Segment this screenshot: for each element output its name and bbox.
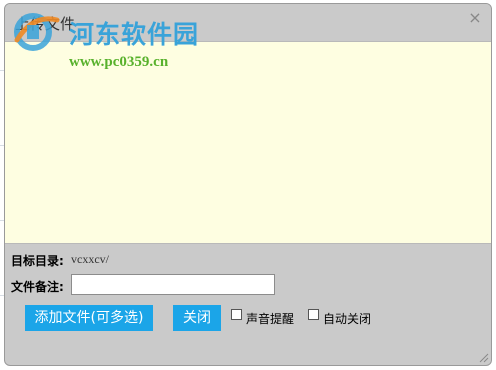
sound-alert-label: 声音提醒 bbox=[246, 312, 295, 326]
add-files-button[interactable]: 添加文件(可多选) bbox=[25, 305, 153, 331]
resize-grip-icon[interactable] bbox=[477, 351, 489, 363]
target-dir-label: 目标目录: bbox=[11, 254, 64, 268]
close-icon[interactable]: × bbox=[467, 10, 483, 26]
sound-alert-checkbox[interactable] bbox=[231, 309, 242, 320]
auto-close-checkbox[interactable] bbox=[308, 309, 319, 320]
close-button[interactable]: 关闭 bbox=[173, 305, 221, 331]
site-logo-icon bbox=[14, 13, 60, 51]
watermark: 河东软件园 www.pc0359.cn bbox=[7, 10, 217, 74]
file-note-label: 文件备注: bbox=[11, 280, 64, 294]
target-dir-value: vcxxcv/ bbox=[71, 252, 109, 266]
upload-dialog: 上传文件 × 河东软件园 www.pc0359.cn 目标目录: vcxxcv/… bbox=[4, 3, 492, 366]
watermark-url: www.pc0359.cn bbox=[69, 54, 169, 70]
page: 上传文件 × 河东软件园 www.pc0359.cn 目标目录: vcxxcv/… bbox=[0, 0, 496, 370]
auto-close-label: 自动关闭 bbox=[323, 312, 372, 326]
file-note-input[interactable] bbox=[71, 274, 275, 295]
watermark-site-name: 河东软件园 bbox=[69, 20, 200, 49]
